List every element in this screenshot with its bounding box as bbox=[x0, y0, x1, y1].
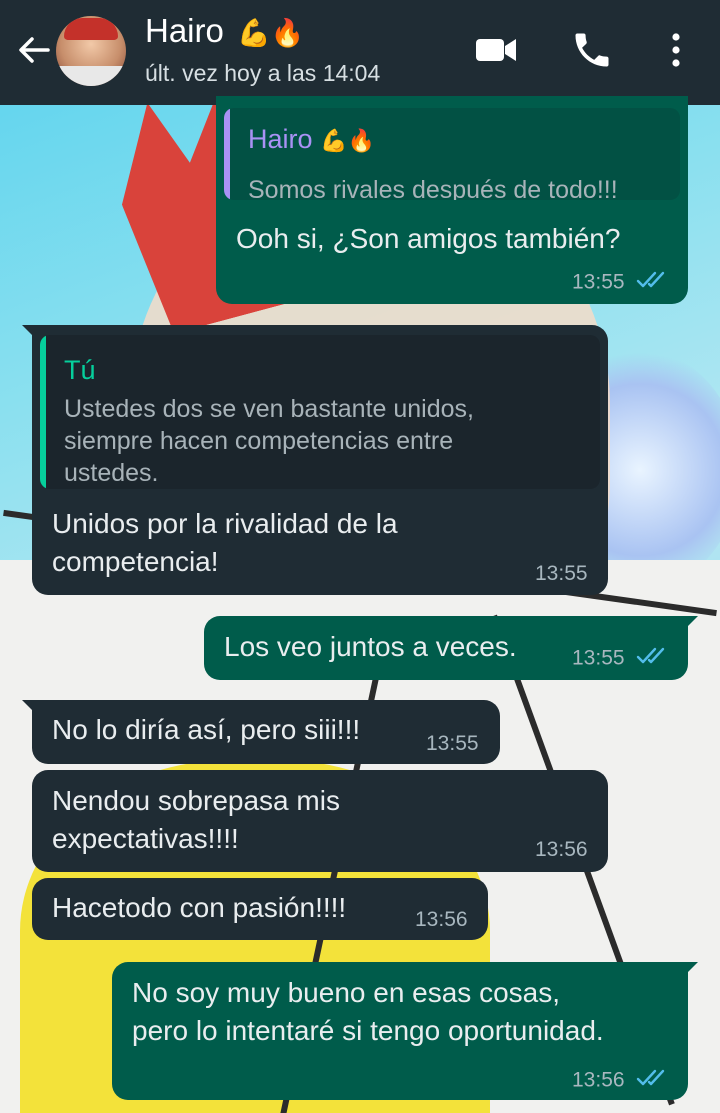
bubble-tail bbox=[22, 325, 40, 343]
message-bubble-incoming[interactable]: Tú Ustedes dos se ven bastante unidos, s… bbox=[22, 325, 608, 595]
read-receipt-icon bbox=[636, 270, 670, 296]
message-text: Unidos por la rivalidad de la competenci… bbox=[52, 508, 398, 577]
message-bubble-outgoing[interactable]: Los veo juntos a veces. 13:55 bbox=[204, 616, 698, 680]
message-text: Nendou sobrepasa mis expectativas!!!! bbox=[52, 785, 340, 854]
read-receipt-icon bbox=[636, 646, 670, 672]
back-arrow-icon[interactable] bbox=[14, 30, 54, 70]
message-time: 13:56 bbox=[572, 1068, 625, 1092]
message-time: 13:55 bbox=[572, 646, 625, 670]
quote-text: Somos rivales después de todo!!! bbox=[248, 176, 618, 200]
message-bubble-incoming[interactable]: Nendou sobrepasa mis expectativas!!!! 13… bbox=[32, 770, 608, 872]
message-bubble-outgoing[interactable]: No soy muy bueno en esas cosas, pero lo … bbox=[112, 962, 698, 1100]
chat-header: Hairo 💪🔥 últ. vez hoy a las 14:04 bbox=[0, 0, 720, 105]
quote-text: Ustedes dos se ven bastante unidos, siem… bbox=[64, 395, 474, 487]
message-text: Ooh si, ¿Son amigos también? bbox=[236, 223, 621, 254]
message-time: 13:56 bbox=[415, 908, 468, 931]
message-bubble-outgoing[interactable]: Hairo 💪🔥 Somos rivales después de todo!!… bbox=[216, 96, 688, 304]
last-seen-status: últ. vez hoy a las 14:04 bbox=[145, 60, 381, 86]
contact-name-row[interactable]: Hairo 💪🔥 bbox=[145, 12, 304, 50]
quote-accent-bar bbox=[40, 335, 46, 489]
more-vert-icon[interactable] bbox=[656, 28, 696, 72]
message-text: Hacetodo con pasión!!!! bbox=[52, 892, 347, 923]
message-text: No lo diría así, pero siii!!! bbox=[52, 714, 361, 745]
bubble-tail bbox=[680, 962, 698, 980]
message-time: 13:55 bbox=[535, 562, 588, 585]
phone-icon[interactable] bbox=[570, 28, 614, 72]
video-call-icon[interactable] bbox=[474, 28, 518, 72]
quote-author: Hairo bbox=[248, 124, 313, 154]
contact-avatar[interactable] bbox=[56, 16, 126, 86]
message-text: Los veo juntos a veces. bbox=[224, 631, 517, 662]
quote-author-emojis: 💪🔥 bbox=[320, 128, 375, 153]
quote-author: Tú bbox=[64, 355, 96, 385]
bubble-tail bbox=[22, 700, 40, 718]
read-receipt-icon bbox=[636, 1068, 670, 1094]
message-time: 13:56 bbox=[535, 838, 588, 861]
contact-name-emojis: 💪🔥 bbox=[237, 18, 305, 48]
message-bubble-incoming[interactable]: Hacetodo con pasión!!!! 13:56 bbox=[32, 878, 488, 940]
message-time: 13:55 bbox=[572, 270, 625, 294]
message-bubble-incoming[interactable]: No lo diría así, pero siii!!! 13:55 bbox=[22, 700, 500, 764]
message-time: 13:55 bbox=[426, 732, 479, 755]
quote-accent-bar bbox=[224, 108, 230, 200]
bubble-tail bbox=[680, 616, 698, 634]
quoted-message[interactable]: Tú Ustedes dos se ven bastante unidos, s… bbox=[40, 335, 600, 489]
contact-name: Hairo bbox=[145, 12, 224, 49]
quoted-message[interactable]: Hairo 💪🔥 Somos rivales después de todo!!… bbox=[224, 108, 680, 200]
message-text: No soy muy bueno en esas cosas, pero lo … bbox=[132, 977, 604, 1046]
